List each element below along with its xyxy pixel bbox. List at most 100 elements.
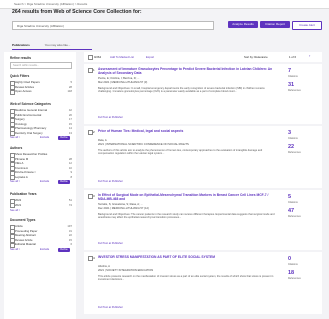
- result-number: 1: [93, 67, 95, 72]
- author-filter-label: Krumina A: [15, 165, 28, 170]
- top-bar: Search > Riga Stradins University (Affil…: [0, 0, 329, 9]
- authors-refine-button[interactable]: Refine: [58, 180, 70, 184]
- doctype-filter-label: Proceeding Paper: [15, 228, 38, 233]
- result-abstract: The authors of this article aim to analy…: [98, 149, 263, 156]
- add-to-marked-list-button[interactable]: Add To Marked List: [110, 55, 134, 59]
- author-filter-label: Dzivite-Krisane I: [15, 170, 36, 174]
- categories-refine-button[interactable]: Refine: [58, 136, 70, 140]
- doctype-filter-label: Meeting Abstract: [15, 233, 36, 237]
- refine-heading: Refine results: [10, 56, 32, 60]
- select-all-checkbox[interactable]: [88, 55, 93, 60]
- authors-list: Show Researcher Profiles Pilmane M 28 Vilks…: [10, 152, 72, 180]
- categories-see-all-link[interactable]: See all >: [10, 136, 20, 139]
- year-filter-label: 2022: [15, 198, 22, 202]
- query-box[interactable]: Riga Stradins University (Affiliation): [12, 21, 214, 30]
- refine-search-placeholder: Search within results...: [13, 63, 40, 67]
- doctypes-see-all-link[interactable]: See all >: [10, 248, 20, 251]
- results-tabs: Publications You may also like...: [12, 43, 70, 47]
- author-filter-row[interactable]: Lejnieks A 8: [10, 175, 72, 180]
- result-authors: Abolins, A: [98, 265, 110, 268]
- next-page-icon[interactable]: ›: [309, 54, 310, 58]
- full-text-link[interactable]: Full Text at Publisher: [98, 242, 123, 245]
- tab-publications[interactable]: Publications: [12, 43, 30, 47]
- authors-exclude-button[interactable]: Exclude: [40, 180, 49, 183]
- references-count[interactable]: 22: [288, 144, 294, 150]
- result-title-link[interactable]: Price of Human Ties: Medical, legal and …: [98, 129, 273, 133]
- author-filter-label: Vilks A: [15, 161, 24, 165]
- result-source: 2021 | SOCIETY INTEGRATION EDUCATION: [98, 269, 154, 272]
- category-filter-label: Surgery: [15, 117, 25, 121]
- result-authors: Rela, A: [98, 139, 107, 142]
- citations-count[interactable]: 3: [288, 130, 291, 136]
- references-count[interactable]: 47: [288, 208, 294, 214]
- category-filter-label: Dentistry Oral Surgery: [15, 130, 43, 135]
- doctype-filter-row[interactable]: Editorial Material 6: [10, 242, 72, 248]
- years-see-all-link[interactable]: See all >: [10, 209, 20, 212]
- year-filter-count: 74: [68, 202, 72, 207]
- result-abstract: This article presents research on the ma…: [98, 275, 274, 282]
- years-heading: Publication Years: [10, 192, 37, 196]
- category-filter-count: 14: [68, 126, 72, 130]
- create-alert-button[interactable]: Create Alert: [292, 21, 322, 30]
- result-source: 2021 | INTERNATIONAL SCIENTIFIC CONFEREN…: [98, 143, 189, 146]
- category-filter-label: Medicine General Internal: [15, 108, 48, 112]
- result-title-link[interactable]: INVESTOR STRESS MANIFESTATION AS PART OF…: [98, 255, 273, 259]
- categories-exclude-button[interactable]: Exclude: [40, 136, 49, 139]
- breadcrumb: Search > Riga Stradins University (Affil…: [14, 2, 88, 6]
- result-number: 2: [93, 129, 95, 134]
- citations-count[interactable]: 7: [288, 68, 291, 74]
- full-text-link[interactable]: Full Text at Publisher: [98, 306, 123, 309]
- references-count[interactable]: 18: [288, 270, 294, 276]
- author-filter-label: Pilmane M: [15, 156, 29, 161]
- doctype-filter-count: 31: [68, 228, 72, 233]
- references-count[interactable]: 31: [288, 82, 294, 88]
- analyze-results-button[interactable]: Analyze Results: [228, 21, 258, 28]
- result-card: 3 In Effect of Surgical Mode on Epithelia…: [84, 190, 322, 250]
- year-filter-row[interactable]: 2021 74: [10, 203, 72, 208]
- doctype-filter-label: Review Article: [15, 237, 33, 242]
- doctypes-heading: Document Types: [10, 218, 36, 222]
- author-filter-count: 9: [70, 170, 72, 174]
- result-authors: Pucite, E; Ozolina, I; Berzina, D; ...: [98, 77, 140, 80]
- quick-filter-count: 5: [70, 80, 72, 84]
- result-source: Dec 2021 | MEDICINA-LITHUANIA 57 (12): [98, 207, 149, 210]
- result-number: 4: [93, 255, 95, 260]
- result-title-link[interactable]: Assessment of Immature Granulocytes Perc…: [98, 67, 273, 75]
- category-filter-count: 20: [68, 112, 72, 117]
- category-filter-count: 17: [68, 117, 72, 121]
- references-label: References: [288, 151, 301, 154]
- citations-count[interactable]: 5: [288, 194, 291, 200]
- authors-see-all-link[interactable]: See all >: [10, 180, 20, 183]
- references-label: References: [288, 277, 301, 280]
- doctype-filter-label: Article: [15, 224, 23, 228]
- quick-filter-row[interactable]: Open Access 118: [10, 89, 72, 95]
- doctypes-exclude-button[interactable]: Exclude: [40, 248, 49, 251]
- category-filter-label: Public Environmental: [15, 112, 42, 117]
- category-filter-count: 13: [68, 130, 72, 135]
- result-number: 3: [93, 193, 95, 198]
- query-text: Riga Stradins University (Affiliation): [17, 23, 64, 28]
- citations-label: Citations: [288, 263, 298, 266]
- citation-report-button[interactable]: Citation Report: [260, 21, 290, 28]
- refine-search-input[interactable]: Search within results...: [10, 62, 72, 69]
- citations-count[interactable]: 0: [288, 256, 291, 262]
- categories-heading: Web of Science Categories: [10, 102, 51, 106]
- selected-count: 0/264: [94, 55, 101, 59]
- doctype-filter-count: 6: [70, 242, 72, 246]
- quick-filter-label: Open Access: [15, 89, 32, 93]
- category-filter-label: Oncology: [15, 121, 27, 126]
- result-abstract: Background and Objectives: The cancer pa…: [98, 213, 275, 220]
- category-filter-row[interactable]: Dentistry Oral Surgery 13: [10, 131, 72, 136]
- tab-recommendations[interactable]: You may also like...: [45, 43, 71, 47]
- category-filter-count: 42: [68, 108, 72, 112]
- year-filter-count: 51: [68, 198, 72, 202]
- refine-sidebar: Refine results Search within results... …: [4, 52, 76, 319]
- full-text-link[interactable]: Full Text at Publisher: [98, 116, 123, 119]
- author-filter-count: 28: [68, 156, 72, 161]
- export-button[interactable]: Export: [146, 55, 154, 59]
- quick-filter-count: 118: [67, 89, 72, 93]
- sort-dropdown[interactable]: Sort by: Relevance: [244, 55, 268, 59]
- result-title-link[interactable]: In Effect of Surgical Mode on Epithelial…: [98, 193, 273, 201]
- doctypes-refine-button[interactable]: Refine: [58, 248, 70, 252]
- full-text-link[interactable]: Full Text at Publisher: [98, 180, 123, 183]
